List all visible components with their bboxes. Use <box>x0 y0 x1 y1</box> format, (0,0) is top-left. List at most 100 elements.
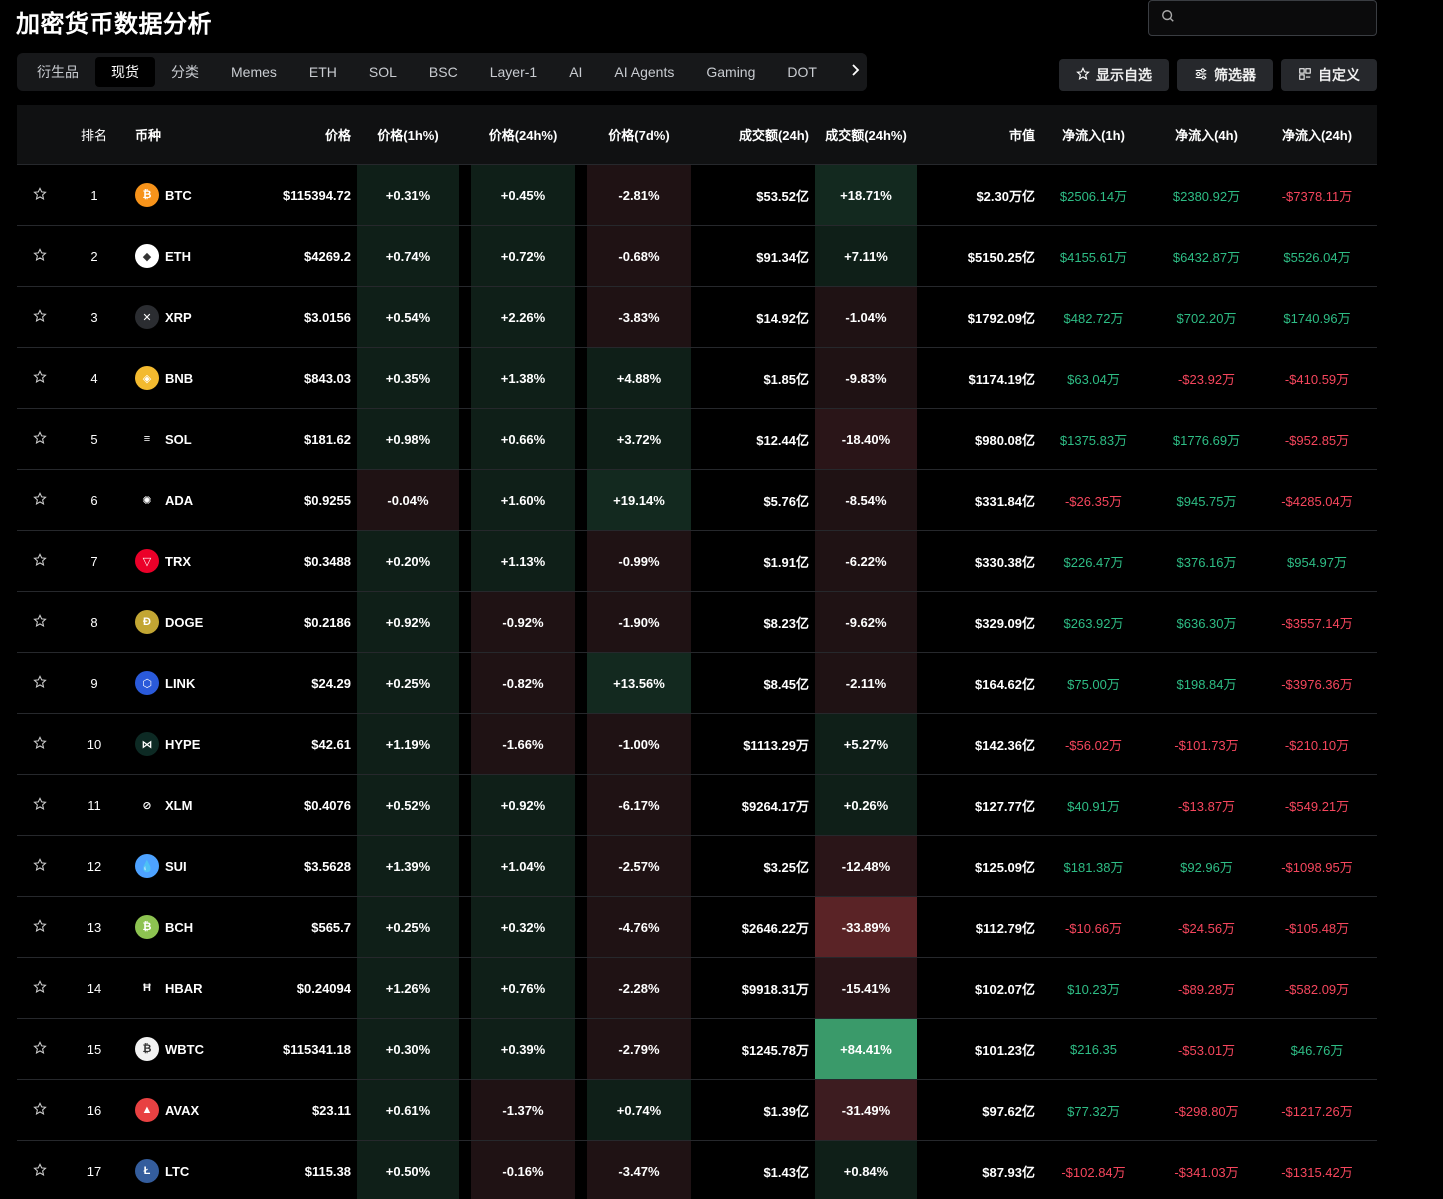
tab-dot[interactable]: DOT <box>771 57 833 87</box>
rank: 17 <box>86 1163 102 1179</box>
tab-衍生品[interactable]: 衍生品 <box>21 57 95 87</box>
coin-symbol: BCH <box>165 919 194 935</box>
favorite-star[interactable] <box>17 409 63 469</box>
coin-cell[interactable]: ₿ BCH <box>125 897 215 957</box>
col-rank[interactable]: 排名 <box>63 125 125 144</box>
coin-cell[interactable]: Ħ HBAR <box>125 958 215 1018</box>
table-row[interactable]: 15 ₿ WBTC $115341.18 +0.30% +0.39% -2.79… <box>17 1019 1377 1080</box>
tab-现货[interactable]: 现货 <box>95 57 155 87</box>
favorite-star[interactable] <box>17 653 63 713</box>
tab-ai[interactable]: AI <box>553 57 598 87</box>
favorite-star[interactable] <box>17 775 63 835</box>
coin-cell[interactable]: ✺ ADA <box>125 470 215 530</box>
coin-cell[interactable]: ⬡ LINK <box>125 653 215 713</box>
favorite-star[interactable] <box>17 348 63 408</box>
table-row[interactable]: 12 💧 SUI $3.5628 +1.39% +1.04% -2.57% $3… <box>17 836 1377 897</box>
favorite-star[interactable] <box>17 531 63 591</box>
search-input[interactable] <box>1183 10 1363 26</box>
table-row[interactable]: 17 Ł LTC $115.38 +0.50% -0.16% -3.47% $1… <box>17 1141 1377 1199</box>
coin-cell[interactable]: ▽ TRX <box>125 531 215 591</box>
tab-eth[interactable]: ETH <box>293 57 353 87</box>
tab-ai-agents[interactable]: AI Agents <box>598 57 690 87</box>
table-row[interactable]: 3 ✕ XRP $3.0156 +0.54% +2.26% -3.83% $14… <box>17 287 1377 348</box>
volume-change-24h: -2.11% <box>815 653 917 713</box>
tab-bsc[interactable]: BSC <box>413 57 474 87</box>
rank: 1 <box>90 187 98 203</box>
netflow-24h: -$210.10万 <box>1284 737 1350 753</box>
volume-24h: $3.25亿 <box>763 859 809 875</box>
search-box[interactable] <box>1148 0 1377 36</box>
col-price-24h[interactable]: 价格(24h%) <box>471 125 575 144</box>
tab-分类[interactable]: 分类 <box>155 57 215 87</box>
netflow-1h: -$10.66万 <box>1064 920 1123 936</box>
coin-cell[interactable]: Ð DOGE <box>125 592 215 652</box>
table-row[interactable]: 1 ₿ BTC $115394.72 +0.31% +0.45% -2.81% … <box>17 165 1377 226</box>
col-netflow-4h[interactable]: 净流入(4h) <box>1150 125 1263 144</box>
coin-cell[interactable]: ◆ ETH <box>125 226 215 286</box>
tabs-scroll-right[interactable] <box>845 53 867 91</box>
tab-sol[interactable]: SOL <box>353 57 413 87</box>
col-netflow-1h[interactable]: 净流入(1h) <box>1037 125 1150 144</box>
customize-button[interactable]: 自定义 <box>1281 59 1377 91</box>
table-row[interactable]: 2 ◆ ETH $4269.2 +0.74% +0.72% -0.68% $91… <box>17 226 1377 287</box>
volume-change-24h: -18.40% <box>815 409 917 469</box>
favorite-star[interactable] <box>17 836 63 896</box>
tab-memes[interactable]: Memes <box>215 57 293 87</box>
coin-cell[interactable]: ≡ SOL <box>125 409 215 469</box>
table-row[interactable]: 7 ▽ TRX $0.3488 +0.20% +1.13% -0.99% $1.… <box>17 531 1377 592</box>
favorite-star[interactable] <box>17 897 63 957</box>
coin-cell[interactable]: 💧 SUI <box>125 836 215 896</box>
coin-cell[interactable]: ✕ XRP <box>125 287 215 347</box>
favorite-star[interactable] <box>17 1019 63 1079</box>
favorite-star[interactable] <box>17 1080 63 1140</box>
col-coin[interactable]: 币种 <box>125 125 215 144</box>
table-row[interactable]: 5 ≡ SOL $181.62 +0.98% +0.66% +3.72% $12… <box>17 409 1377 470</box>
col-market-cap[interactable]: 市值 <box>917 125 1037 144</box>
favorite-star[interactable] <box>17 958 63 1018</box>
favorite-star[interactable] <box>17 470 63 530</box>
col-netflow-24h[interactable]: 净流入(24h) <box>1263 125 1371 144</box>
market-cap: $330.38亿 <box>975 554 1035 570</box>
coin-symbol: XRP <box>165 309 192 325</box>
table-row[interactable]: 8 Ð DOGE $0.2186 +0.92% -0.92% -1.90% $8… <box>17 592 1377 653</box>
coin-cell[interactable]: ◈ BNB <box>125 348 215 408</box>
favorite-star[interactable] <box>17 592 63 652</box>
table-row[interactable]: 6 ✺ ADA $0.9255 -0.04% +1.60% +19.14% $5… <box>17 470 1377 531</box>
table-row[interactable]: 14 Ħ HBAR $0.24094 +1.26% +0.76% -2.28% … <box>17 958 1377 1019</box>
favorite-star[interactable] <box>17 287 63 347</box>
coin-cell[interactable]: Ł LTC <box>125 1141 215 1199</box>
table-row[interactable]: 16 ▲ AVAX $23.11 +0.61% -1.37% +0.74% $1… <box>17 1080 1377 1141</box>
filter-button[interactable]: 筛选器 <box>1177 59 1273 91</box>
market-cap: $127.77亿 <box>975 798 1035 814</box>
coin-cell[interactable]: ₿ BTC <box>125 165 215 225</box>
favorite-star[interactable] <box>17 226 63 286</box>
coin-cell[interactable]: ⋈ HYPE <box>125 714 215 774</box>
table-row[interactable]: 4 ◈ BNB $843.03 +0.35% +1.38% +4.88% $1.… <box>17 348 1377 409</box>
favorite-star[interactable] <box>17 714 63 774</box>
price-change-1h: +0.50% <box>357 1141 459 1199</box>
favorite-star[interactable] <box>17 1141 63 1199</box>
hyperliquid-icon: ⋈ <box>135 732 159 756</box>
netflow-24h: -$1217.26万 <box>1281 1103 1353 1119</box>
coin-cell[interactable]: ▲ AVAX <box>125 1080 215 1140</box>
table-row[interactable]: 11 ⊘ XLM $0.4076 +0.52% +0.92% -6.17% $9… <box>17 775 1377 836</box>
col-volume-24h[interactable]: 成交额(24h) <box>691 125 815 144</box>
coin-cell[interactable]: ₿ WBTC <box>125 1019 215 1079</box>
col-price-1h[interactable]: 价格(1h%) <box>357 125 459 144</box>
table-row[interactable]: 10 ⋈ HYPE $42.61 +1.19% -1.66% -1.00% $1… <box>17 714 1377 775</box>
volume-24h: $1.39亿 <box>763 1103 809 1119</box>
favorite-star[interactable] <box>17 165 63 225</box>
volume-change-24h: -31.49% <box>815 1080 917 1140</box>
col-price[interactable]: 价格 <box>215 125 357 144</box>
tab-gaming[interactable]: Gaming <box>690 57 771 87</box>
tab-layer-1[interactable]: Layer-1 <box>474 57 553 87</box>
netflow-4h: $636.30万 <box>1176 615 1237 631</box>
table-row[interactable]: 9 ⬡ LINK $24.29 +0.25% -0.82% +13.56% $8… <box>17 653 1377 714</box>
col-price-7d[interactable]: 价格(7d%) <box>587 125 691 144</box>
coin-cell[interactable]: ⊘ XLM <box>125 775 215 835</box>
watchlist-button[interactable]: 显示自选 <box>1059 59 1169 91</box>
col-volume-change-24h[interactable]: 成交额(24h%) <box>815 125 917 144</box>
table-row[interactable]: 13 ₿ BCH $565.7 +0.25% +0.32% -4.76% $26… <box>17 897 1377 958</box>
netflow-24h: -$549.21万 <box>1284 798 1350 814</box>
stellar-icon: ⊘ <box>135 793 159 817</box>
